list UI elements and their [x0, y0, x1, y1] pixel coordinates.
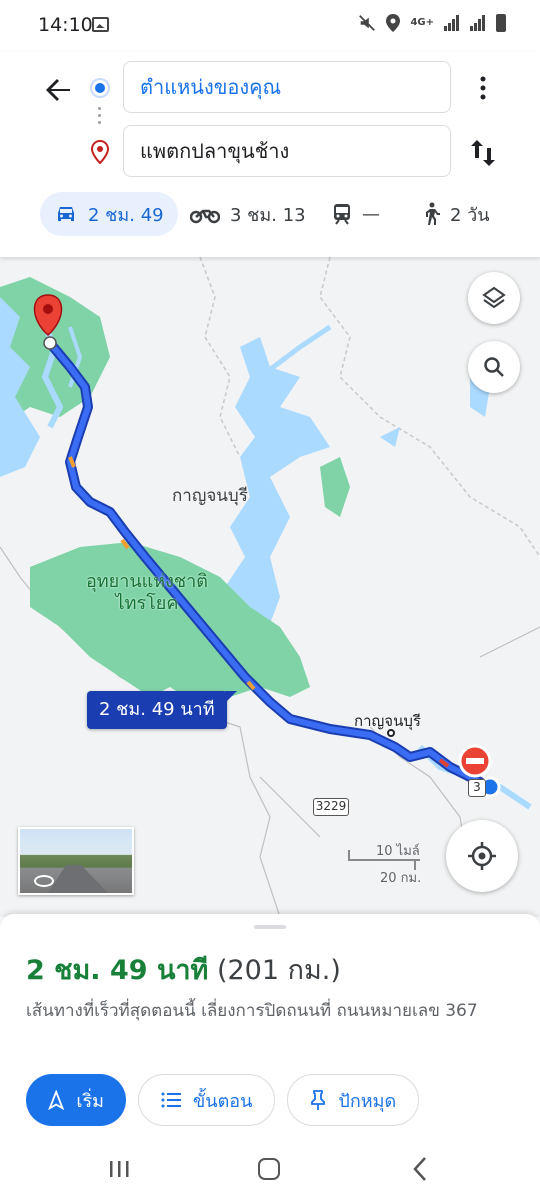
status-time: 14:10: [38, 14, 93, 36]
my-location-button[interactable]: [446, 820, 518, 892]
walk-icon: [426, 202, 440, 225]
pin-button[interactable]: ปักหมุด: [287, 1074, 420, 1126]
route-description: เส้นทางที่เร็วที่สุดตอนนี้ เลี่ยงการปิดถ…: [26, 1001, 478, 1021]
status-icons: 4G+: [358, 14, 506, 32]
gallery-notification-icon: [92, 17, 109, 32]
start-button-label: เริ่ม: [76, 1090, 104, 1112]
layers-icon: [482, 286, 506, 309]
recent-apps-icon[interactable]: [108, 1160, 130, 1178]
system-nav-bar: [0, 1140, 540, 1200]
tab-transit[interactable]: —: [318, 192, 394, 236]
layers-button[interactable]: [468, 272, 520, 324]
travel-mode-tabs: 2 ชม. 49 3 ชม. 13 — 2 วัน: [0, 192, 540, 236]
map-label-province: กาญจนบุรี: [172, 486, 248, 506]
signal-icon: [444, 15, 459, 31]
car-icon: [58, 207, 74, 221]
back-arrow-icon[interactable]: [40, 72, 76, 108]
map-search-button[interactable]: [468, 341, 520, 393]
map-canvas: [0, 257, 540, 917]
destination-pin-icon: [90, 140, 110, 164]
sheet-drag-handle[interactable]: [254, 925, 286, 929]
destination-input[interactable]: แพตกปลาขุนช้าง: [123, 125, 451, 177]
signal-icon-2: [470, 15, 485, 31]
tab-drive-label: 2 ชม. 49: [88, 204, 164, 226]
motorcycle-icon: [190, 209, 220, 224]
navigation-arrow-icon: [48, 1090, 65, 1110]
location-icon: [386, 14, 401, 32]
road-shield-partial: 3: [468, 779, 486, 797]
tab-walk-label: 2 วัน: [450, 204, 490, 226]
road-shield-3229: 3229: [313, 798, 349, 816]
tab-motorbike-label: 3 ชม. 13: [230, 204, 306, 226]
map-label-park: อุทยานแห่งชาติ ไทรโยค: [86, 571, 208, 614]
route-duration: 2 ชม. 49 นาที: [26, 955, 209, 986]
list-icon: [161, 1092, 181, 1108]
scale-miles: 10 ไมล์: [376, 844, 420, 859]
tab-transit-label: —: [362, 203, 380, 225]
origin-dot-icon: [92, 80, 108, 96]
pin-button-label: ปักหมุด: [338, 1090, 397, 1112]
mute-icon: [359, 15, 376, 31]
steps-button[interactable]: ขั้นตอน: [138, 1074, 276, 1126]
battery-icon: [496, 14, 506, 32]
route-summary: 2 ชม. 49 นาที (201 กม.): [26, 948, 341, 991]
map-label-town: กาญจนบุรี: [354, 712, 421, 730]
pushpin-icon: [311, 1090, 326, 1110]
swap-icon[interactable]: [466, 136, 500, 170]
tab-walk[interactable]: 2 วัน: [408, 192, 504, 236]
route-actions: เริ่ม ขั้นตอน ปักหมุด: [26, 1074, 420, 1126]
start-button[interactable]: เริ่ม: [26, 1074, 126, 1126]
home-icon[interactable]: [258, 1158, 280, 1180]
more-options-icon[interactable]: [472, 74, 494, 102]
route-summary-sheet[interactable]: 2 ชม. 49 นาที (201 กม.) เส้นทางที่เร็วที…: [0, 914, 540, 1140]
origin-input[interactable]: ตำแหน่งของคุณ: [123, 61, 451, 113]
my-location-icon: [468, 842, 496, 870]
tab-motorbike[interactable]: 3 ชม. 13: [176, 192, 320, 236]
rotate-360-icon: [34, 875, 54, 887]
map-view[interactable]: กาญจนบุรี อุทยานแห่งชาติ ไทรโยค กาญจนบุร…: [0, 257, 540, 917]
scale-km: 20 กม.: [380, 871, 422, 886]
search-icon: [484, 357, 504, 377]
steps-button-label: ขั้นตอน: [193, 1090, 253, 1112]
route-distance: (201 กม.): [216, 955, 341, 986]
route-time-callout[interactable]: 2 ชม. 49 นาที: [87, 691, 237, 729]
street-view-thumbnail[interactable]: [18, 827, 134, 895]
train-icon: [334, 204, 350, 225]
network-type: 4G+: [410, 17, 434, 28]
status-bar: 14:10 4G+: [0, 0, 540, 52]
tab-drive[interactable]: 2 ชม. 49: [40, 192, 178, 236]
map-scale: 10 ไมล์ 20 กม.: [348, 840, 428, 886]
nav-back-icon[interactable]: [410, 1156, 430, 1182]
route-connector-dots: [98, 107, 102, 129]
directions-header: ตำแหน่งของคุณ แพตกปลาขุนช้าง 2 ชม. 49 3 …: [0, 52, 540, 257]
